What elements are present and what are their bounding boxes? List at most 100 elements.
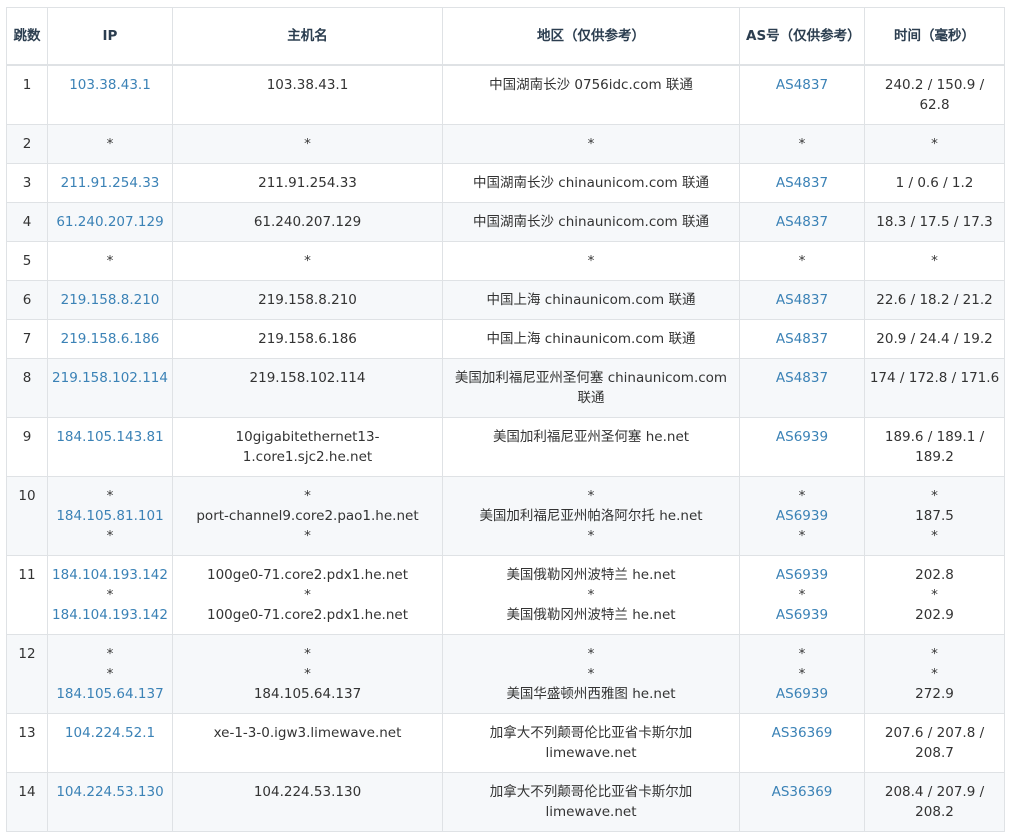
asn-cell: AS4837 [739,319,865,359]
hostname-cell: * [172,124,443,164]
asn-value: * [798,646,806,662]
ip-link[interactable]: 184.105.81.101 [52,506,168,526]
hostname-value: 184.105.64.137 [253,686,362,702]
ip-value: * [106,646,114,662]
asn-link[interactable]: AS4837 [744,290,860,310]
time-cell: 18.3 / 17.5 / 17.3 [864,202,1005,242]
region-value: * [587,253,595,269]
time-cell: 240.2 / 150.9 / 62.8 [864,64,1005,125]
asn-link[interactable]: AS6939 [744,565,860,585]
time-value: 207.6 / 207.8 / 208.7 [884,725,985,761]
ip-cell: 184.105.143.81 [47,417,173,477]
asn-value: * [798,488,806,504]
time-cell: * 187.5 * [864,476,1005,556]
table-row: 6 219.158.8.210 219.158.8.210 中国上海 chinauni… [6,280,1005,320]
time-value: * [931,253,938,269]
asn-cell: AS4837 [739,64,865,125]
time-cell: 207.6 / 207.8 / 208.7 [864,713,1005,773]
ip-link[interactable]: 184.104.193.142 [52,605,168,625]
region-cell: * 美国加利福尼亚州帕洛阿尔托 he.net * [442,476,740,556]
asn-link[interactable]: AS6939 [744,605,860,625]
hostname-value: 104.224.53.130 [253,784,362,800]
hostname-value: 61.240.207.129 [253,214,362,230]
time-value: * [931,136,938,152]
region-cell: 加拿大不列颠哥伦比亚省卡斯尔加 limewave.net [442,713,740,773]
table-row: 14 104.224.53.130 104.224.53.130 加拿大不列颠哥伦比亚… [6,772,1005,832]
asn-link[interactable]: AS6939 [744,506,860,526]
time-cell: 1 / 0.6 / 1.2 [864,163,1005,203]
ip-value: * [106,253,114,269]
table-row: 5 * * * * * [6,241,1005,281]
ip-link[interactable]: 219.158.8.210 [52,290,168,310]
hostname-cell: xe-1-3-0.igw3.limewave.net [172,713,443,773]
asn-link[interactable]: AS4837 [744,212,860,232]
time-value: 174 / 172.8 / 171.6 [869,370,1000,386]
time-value: 240.2 / 150.9 / 62.8 [884,77,985,113]
asn-link[interactable]: AS6939 [744,684,860,704]
hostname-cell: 219.158.8.210 [172,280,443,320]
time-value: * [931,646,938,662]
hostname-value: 10gigabitethernet13-1.core1.sjc2.he.net [235,429,380,465]
ip-cell: 219.158.8.210 [47,280,173,320]
ip-link[interactable]: 184.104.193.142 [52,565,168,585]
time-value: * [931,528,938,544]
hostname-value: * [304,666,311,682]
asn-link[interactable]: AS4837 [744,173,860,193]
ip-link[interactable]: 104.224.52.1 [52,723,168,743]
region-value: 美国俄勒冈州波特兰 he.net [506,607,676,623]
ip-link[interactable]: 219.158.102.114 [52,368,168,388]
ip-link[interactable]: 184.105.143.81 [52,427,168,447]
hostname-value: * [304,587,311,603]
asn-link[interactable]: AS4837 [744,75,860,95]
table-row: 8 219.158.102.114 219.158.102.114 美国加利福尼亚州圣… [6,358,1005,418]
region-value: 加拿大不列颠哥伦比亚省卡斯尔加 limewave.net [489,725,693,761]
time-cell: 208.4 / 207.9 / 208.2 [864,772,1005,832]
hostname-cell: 100ge0-71.core2.pdx1.he.net * 100ge0-71.co… [172,555,443,635]
time-cell: 202.8 * 202.9 [864,555,1005,635]
table-row: 11 184.104.193.142 * 184.104.193.142 100ge0-… [6,555,1005,635]
region-cell: 美国加利福尼亚州圣何塞 he.net [442,417,740,477]
table-row: 1 103.38.43.1 103.38.43.1 中国湖南长沙 0756idc.co… [6,64,1005,125]
region-value: * [587,646,595,662]
region-value: 中国上海 chinaunicom.com 联通 [486,331,696,347]
time-value: 202.8 [915,567,954,583]
ip-link[interactable]: 104.224.53.130 [52,782,168,802]
hostname-cell: * [172,241,443,281]
table-row: 9 184.105.143.81 10gigabitethernet13-1.cor… [6,417,1005,477]
ip-cell: 219.158.102.114 [47,358,173,418]
ip-cell: 103.38.43.1 [47,64,173,125]
ip-link[interactable]: 211.91.254.33 [52,173,168,193]
ip-link[interactable]: 219.158.6.186 [52,329,168,349]
table-body: 1 103.38.43.1 103.38.43.1 中国湖南长沙 0756idc.co… [6,64,1005,832]
region-value: 中国湖南长沙 0756idc.com 联通 [489,77,693,93]
asn-cell: * * AS6939 [739,634,865,714]
hop-cell: 3 [6,163,48,203]
ip-link[interactable]: 184.105.64.137 [52,684,168,704]
table-row: 7 219.158.6.186 219.158.6.186 中国上海 chinauni… [6,319,1005,359]
time-value: 18.3 / 17.5 / 17.3 [876,214,993,230]
hop-cell: 9 [6,417,48,477]
asn-link[interactable]: AS36369 [744,723,860,743]
region-value: 加拿大不列颠哥伦比亚省卡斯尔加 limewave.net [489,784,693,820]
ip-cell: 104.224.53.130 [47,772,173,832]
hostname-value: * [304,646,311,662]
ip-value: * [106,587,114,603]
ip-link[interactable]: 61.240.207.129 [52,212,168,232]
hostname-cell: * port-channel9.core2.pao1.he.net * [172,476,443,556]
asn-link[interactable]: AS6939 [744,427,860,447]
ip-link[interactable]: 103.38.43.1 [52,75,168,95]
time-cell: 174 / 172.8 / 171.6 [864,358,1005,418]
asn-link[interactable]: AS4837 [744,368,860,388]
header-hostname: 主机名 [172,7,443,66]
table-row: 2 * * * * * [6,124,1005,164]
region-value: * [587,666,595,682]
hostname-value: xe-1-3-0.igw3.limewave.net [213,725,402,741]
hostname-cell: 211.91.254.33 [172,163,443,203]
asn-link[interactable]: AS4837 [744,329,860,349]
hostname-cell: 219.158.6.186 [172,319,443,359]
region-value: 美国加利福尼亚州圣何塞 chinaunicom.com 联通 [454,370,728,406]
asn-cell: * [739,124,865,164]
asn-link[interactable]: AS36369 [744,782,860,802]
table-row: 13 104.224.52.1 xe-1-3-0.igw3.limewave.net… [6,713,1005,773]
time-value: 187.5 [915,508,954,524]
